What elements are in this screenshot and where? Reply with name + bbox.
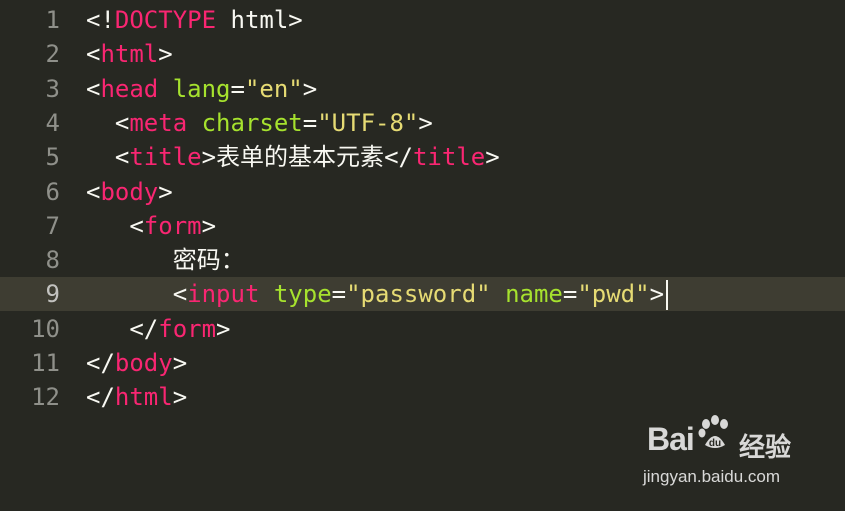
code-token: form [158,314,217,343]
code-token: </ [86,383,115,412]
line-code: 密码： [86,243,245,277]
code-token: = [230,74,245,103]
code-token: > [485,143,500,172]
code-token: < [86,108,130,137]
code-line[interactable]: 1 <!DOCTYPE html> [0,3,845,37]
watermark-logo-suffix: du [709,438,721,449]
code-line[interactable]: 12 </html> [0,380,845,414]
code-token: > [158,177,173,206]
line-code: <head lang="en"> [86,72,317,106]
line-number: 8 [45,246,60,275]
code-token: body [100,177,159,206]
code-line[interactable]: 4 <meta charset="UTF-8"> [0,106,845,140]
code-token: "en" [244,74,303,103]
code-token: > [158,40,173,69]
code-editor[interactable]: 1 <!DOCTYPE html> 2 <html> 3 <head lang="en">… [0,0,845,511]
code-token: < [86,74,101,103]
line-code: <html> [86,37,173,71]
code-line[interactable]: 5 <title>表单的基本元素</title> [0,140,845,174]
code-line[interactable]: 11 </body> [0,346,845,380]
line-code: </html> [86,380,187,414]
line-number: 2 [45,40,60,69]
line-code: <body> [86,175,173,209]
line-code: </form> [86,312,231,346]
code-token: < [86,40,101,69]
code-token: > [201,143,217,172]
code-token: > [201,211,217,240]
text-cursor [666,280,669,311]
code-token: </ [384,143,413,172]
code-line[interactable]: 3 <head lang="en"> [0,72,845,106]
code-token: = [331,280,347,309]
line-number: 6 [45,177,60,206]
line-number: 12 [31,383,60,412]
line-number: 1 [45,6,60,34]
code-token: "UTF-8" [317,108,419,137]
code-token: > [418,108,433,137]
baidu-jingyan-watermark: Bai__ du 经验 jingyan.baidu.com [641,415,801,495]
code-line[interactable]: 9 <input type="password" name="pwd"> [0,277,845,312]
code-token: html [100,40,159,69]
line-code: </body> [86,346,187,380]
watermark-url: jingyan.baidu.com [643,467,781,486]
code-token: > [172,349,188,377]
code-token: input [187,280,260,309]
code-token: charset [201,108,303,137]
code-token: = [302,108,318,137]
code-line[interactable]: 10 </form> [0,312,845,346]
code-line[interactable]: 8 密码： [0,243,845,277]
code-token: title [129,143,202,172]
code-line[interactable]: 7 <form> [0,209,845,243]
code-token: 密码： [172,246,245,275]
code-token: > [216,314,231,343]
line-number: 3 [45,74,60,103]
code-token: name [505,280,563,309]
line-code: <title>表单的基本元素</title> [86,140,500,174]
code-token: meta [129,108,188,137]
code-token: title [412,143,486,172]
line-number: 5 [45,143,60,172]
code-token: "pwd" [577,280,650,309]
code-token: form [143,211,202,240]
code-token: < [86,177,101,206]
code-token: < [86,211,144,240]
line-number: 7 [45,211,60,240]
code-token: > [302,74,318,103]
code-line[interactable]: 6 <body> [0,175,845,209]
code-token: html> [216,6,303,34]
line-number: 11 [31,349,60,377]
code-token: body [114,349,173,377]
watermark-brand: 经验 [739,432,792,462]
line-number: 4 [45,108,60,137]
code-token: > [649,280,665,309]
code-token: < [86,143,130,172]
code-line[interactable]: 2 <html> [0,37,845,71]
code-token: 表单的基本元素 [216,143,385,172]
code-token: type [273,280,332,309]
code-token: < [86,280,188,309]
line-number: 9 [45,280,60,309]
line-code: <!DOCTYPE html> [86,3,303,37]
code-token: head [100,74,159,103]
line-code: <input type="password" name="pwd"> [86,277,669,311]
code-token: > [172,383,188,412]
code-token: "password" [346,280,491,309]
code-token: </ [86,314,159,343]
code-token: = [562,280,578,309]
code-token: </ [86,349,115,377]
code-token: <! [86,6,115,34]
code-token: lang [172,74,231,103]
line-code: <form> [86,209,216,243]
line-code: <meta charset="UTF-8"> [86,106,433,140]
baidu-paw-icon: du [698,415,728,449]
line-number: 10 [31,314,60,343]
code-token: html [114,383,173,412]
code-token: DOCTYPE [114,6,217,34]
